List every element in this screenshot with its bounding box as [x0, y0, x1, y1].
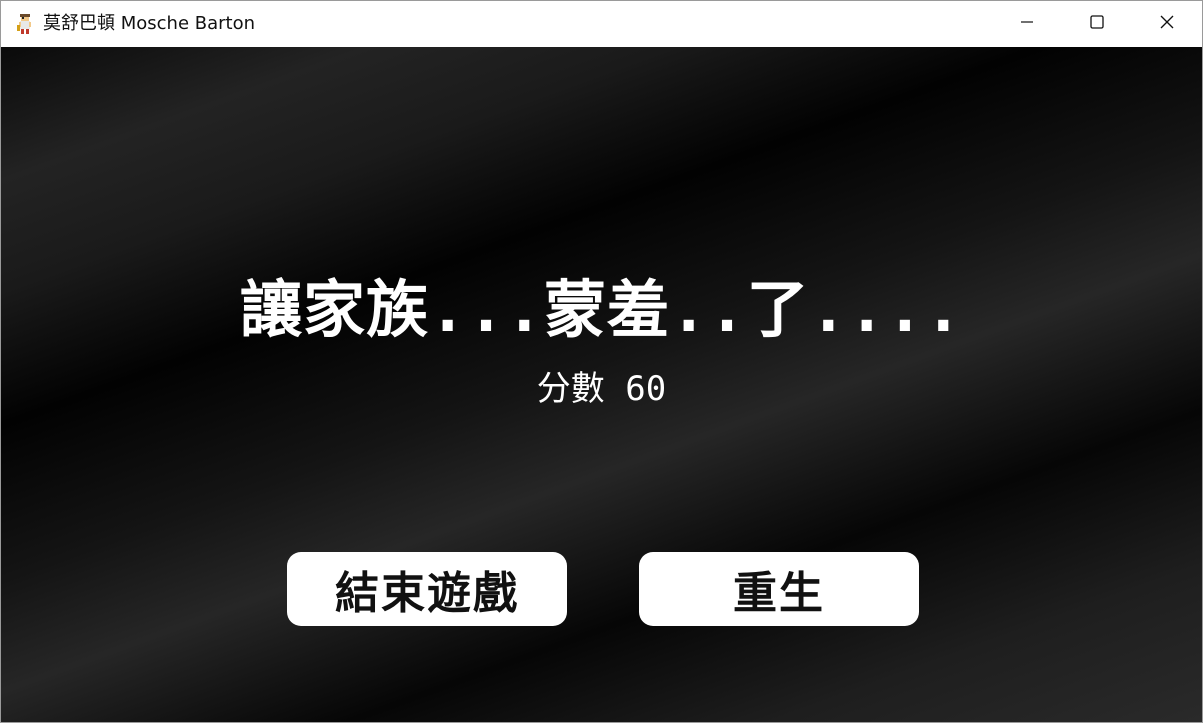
quit-game-button[interactable]: 結束遊戲	[287, 552, 567, 626]
game-over-screen: 讓家族...蒙羞..了.... 分數 60 結束遊戲 重生	[1, 47, 1202, 722]
title-bar[interactable]: 莫舒巴頓 Mosche Barton	[1, 1, 1202, 47]
score-display: 分數 60	[536, 369, 667, 409]
minimize-icon	[1019, 14, 1035, 34]
respawn-button[interactable]: 重生	[639, 552, 919, 626]
close-button[interactable]	[1132, 1, 1202, 47]
game-over-message: 讓家族...蒙羞..了....	[240, 273, 963, 346]
window-title: 莫舒巴頓 Mosche Barton	[43, 13, 256, 34]
game-character-icon	[15, 13, 35, 35]
close-icon	[1159, 14, 1175, 34]
maximize-button[interactable]	[1062, 1, 1132, 47]
app-window: 莫舒巴頓 Mosche Barton 讓家族...蒙羞..了.... 分數 60…	[0, 0, 1203, 723]
maximize-icon	[1089, 14, 1105, 34]
minimize-button[interactable]	[992, 1, 1062, 47]
